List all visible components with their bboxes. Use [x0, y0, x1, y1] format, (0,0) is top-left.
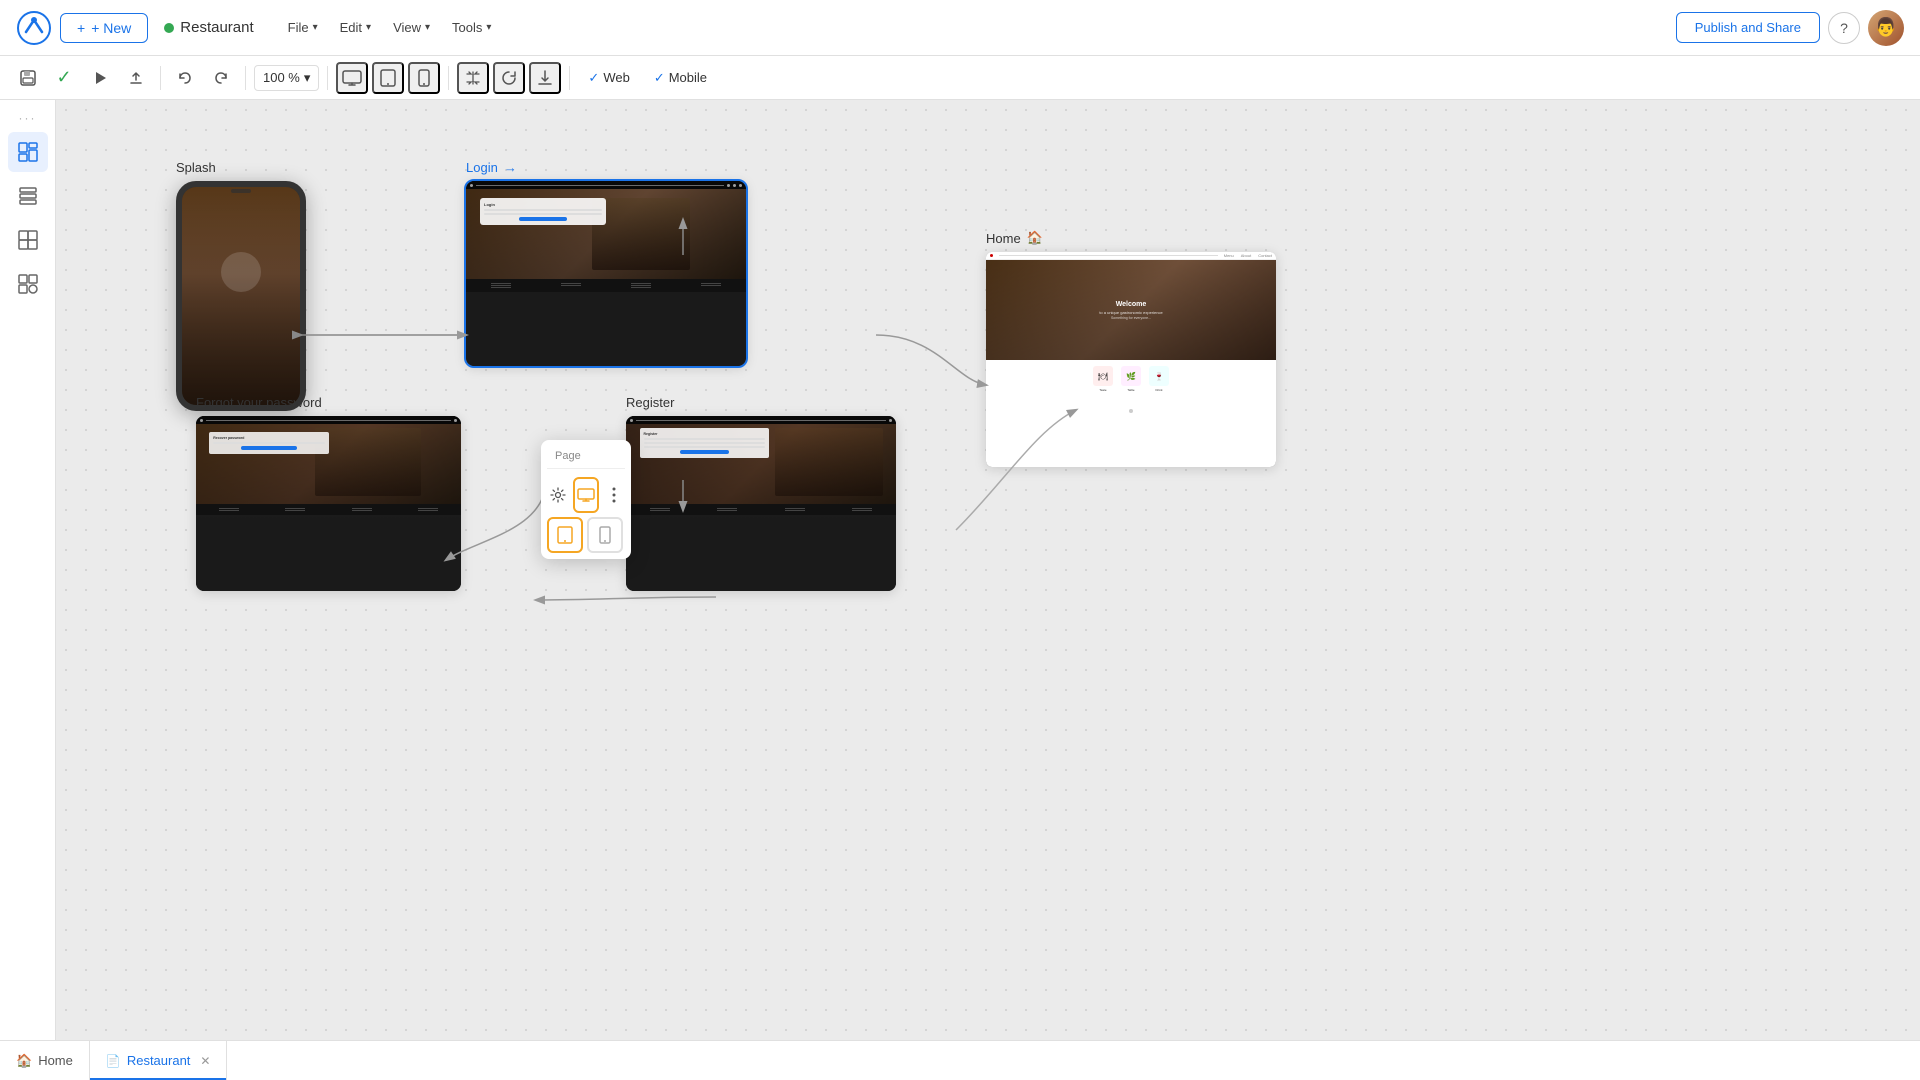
- divider: [569, 66, 570, 90]
- mobile-device-button[interactable]: [408, 62, 440, 94]
- popup-bottom-row: [547, 517, 625, 553]
- home-page[interactable]: Home 🏠 Menu About Contact Welcome to a u…: [986, 230, 1276, 467]
- toolbar: ✓ 100 % ▾ ✓ Web ✓ Mobile: [0, 56, 1920, 100]
- web-check-icon: ✓: [588, 70, 599, 86]
- chevron-down-icon: ▾: [366, 22, 371, 33]
- desktop-device-button[interactable]: [336, 62, 368, 94]
- sidebar-item-components[interactable]: [8, 220, 48, 260]
- web-platform-button[interactable]: ✓ Web: [578, 66, 639, 90]
- menu-bar: File ▾ Edit ▾ View ▾ Tools ▾: [278, 14, 502, 41]
- mock-footer: [466, 279, 746, 292]
- bottom-tab-bar: 🏠 Home 📄 Restaurant ✕: [0, 1040, 1920, 1080]
- mobile-platform-button[interactable]: ✓ Mobile: [644, 66, 717, 90]
- login-screen: Login: [466, 181, 746, 366]
- divider: [245, 66, 246, 90]
- restaurant-tab-icon: 📄: [106, 1054, 121, 1068]
- splash-page[interactable]: Splash: [176, 160, 306, 411]
- chevron-down-icon: ▾: [313, 22, 318, 33]
- divider: [160, 66, 161, 90]
- project-name: Restaurant: [164, 19, 253, 36]
- register-navbar: [626, 416, 896, 424]
- restaurant-tab-label: Restaurant: [127, 1053, 191, 1068]
- play-button[interactable]: [84, 62, 116, 94]
- forgot-screen: Recover password: [196, 416, 461, 591]
- divider: [327, 66, 328, 90]
- file-menu[interactable]: File ▾: [278, 14, 328, 41]
- register-frame[interactable]: Register: [626, 416, 896, 591]
- app-logo: [16, 10, 52, 46]
- view-menu[interactable]: View ▾: [383, 14, 440, 41]
- tablet-device-button[interactable]: [372, 62, 404, 94]
- home-frame[interactable]: Menu About Contact Welcome to a unique g…: [986, 252, 1276, 467]
- save-button[interactable]: [12, 62, 44, 94]
- home-tab[interactable]: 🏠 Home: [0, 1041, 90, 1080]
- chevron-down-icon: ▾: [486, 22, 491, 33]
- edit-menu[interactable]: Edit ▾: [330, 14, 381, 41]
- forgot-password-page[interactable]: Forgot your password Recover password: [196, 395, 461, 591]
- status-dot: [164, 23, 174, 33]
- export-button[interactable]: [120, 62, 152, 94]
- rotate-button[interactable]: [493, 62, 525, 94]
- drag-handle: ···: [8, 108, 48, 128]
- canvas-area[interactable]: Splash Login →: [56, 100, 1920, 1040]
- login-label: Login →: [466, 160, 746, 175]
- link-icon: →: [504, 160, 517, 175]
- home-icon: 🏠: [1027, 230, 1043, 246]
- settings-button[interactable]: [547, 479, 569, 511]
- check-button[interactable]: ✓: [48, 62, 80, 94]
- home-tab-label: Home: [38, 1053, 73, 1068]
- help-button[interactable]: ?: [1828, 12, 1860, 44]
- download-button[interactable]: [529, 62, 561, 94]
- restaurant-tab[interactable]: 📄 Restaurant ✕: [90, 1041, 228, 1080]
- undo-button[interactable]: [169, 62, 201, 94]
- popup-top-row: [547, 477, 625, 513]
- mock-footer: [626, 504, 896, 515]
- more-options-button[interactable]: [603, 479, 625, 511]
- new-button-label: + New: [91, 20, 131, 36]
- left-sidebar: ···: [0, 100, 56, 1080]
- mock-footer: [196, 504, 461, 515]
- device-mobile-button[interactable]: [587, 517, 623, 553]
- home-label: Home 🏠: [986, 230, 1276, 246]
- forgot-navbar: [196, 416, 461, 424]
- new-button[interactable]: + + New: [60, 13, 148, 43]
- layout-desktop-button[interactable]: [573, 477, 599, 513]
- close-tab-button[interactable]: ✕: [200, 1054, 210, 1068]
- mobile-check-icon: ✓: [654, 70, 665, 86]
- login-page[interactable]: Login → Login: [466, 160, 746, 366]
- splash-screen: [182, 187, 300, 405]
- splash-label: Splash: [176, 160, 306, 175]
- user-avatar[interactable]: 👨: [1868, 10, 1904, 46]
- forgot-label: Forgot your password: [196, 395, 461, 410]
- home-screen: Menu About Contact Welcome to a unique g…: [986, 252, 1276, 467]
- avatar-image: 👨: [1868, 10, 1904, 46]
- divider: [448, 66, 449, 90]
- plus-icon: +: [77, 20, 85, 36]
- page-popup-menu: Page: [541, 440, 631, 559]
- top-navigation: + + New Restaurant File ▾ Edit ▾ View ▾ …: [0, 0, 1920, 56]
- zoom-control[interactable]: 100 % ▾: [254, 65, 319, 91]
- forgot-frame[interactable]: Recover password: [196, 416, 461, 591]
- sidebar-item-pages[interactable]: [8, 132, 48, 172]
- sidebar-item-assets[interactable]: [8, 264, 48, 304]
- home-tab-icon: 🏠: [16, 1053, 32, 1069]
- register-screen: Register: [626, 416, 896, 591]
- sidebar-item-layers[interactable]: [8, 176, 48, 216]
- publish-share-button[interactable]: Publish and Share: [1676, 12, 1820, 43]
- splash-frame[interactable]: [176, 181, 306, 411]
- mirror-button[interactable]: [457, 62, 489, 94]
- home-navbar: Menu About Contact: [986, 252, 1276, 260]
- redo-button[interactable]: [205, 62, 237, 94]
- chevron-down-icon: ▾: [425, 22, 430, 33]
- popup-header: Page: [547, 446, 625, 469]
- mock-navbar: [466, 181, 746, 189]
- device-tablet-button[interactable]: [547, 517, 583, 553]
- register-label: Register: [626, 395, 896, 410]
- register-page[interactable]: Register Register: [626, 395, 896, 591]
- tools-menu[interactable]: Tools ▾: [442, 14, 501, 41]
- login-frame[interactable]: Login: [466, 181, 746, 366]
- chevron-down-icon: ▾: [304, 70, 311, 86]
